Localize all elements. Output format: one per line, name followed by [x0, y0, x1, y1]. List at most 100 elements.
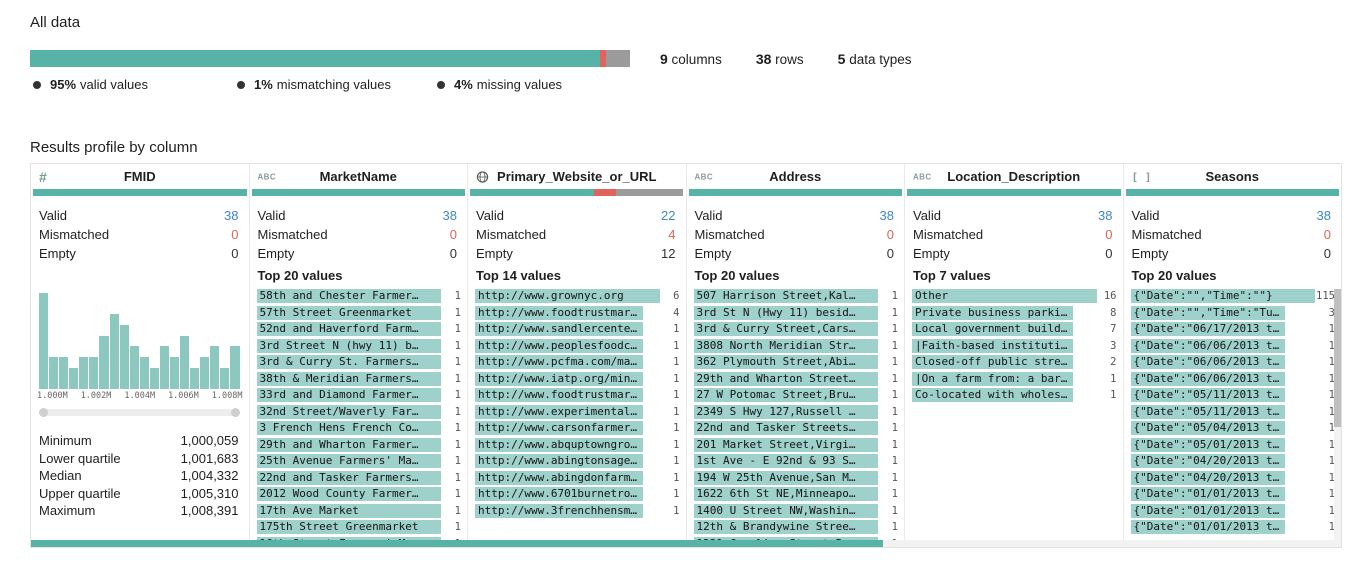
value-row[interactable]: 3rd & Curry St. Farmers… 1 — [256, 354, 468, 371]
value-row[interactable]: http://www.abquptowngro… 1 — [475, 437, 686, 454]
value-row[interactable]: http://www.iatp.org/min… 1 — [475, 371, 686, 388]
value-row[interactable]: 29th and Wharton Farmer… 1 — [256, 437, 468, 454]
value-row[interactable]: 58th and Chester Farmer… 1 — [256, 288, 468, 305]
value-row[interactable]: 33rd and Diamond Farmer… 1 — [256, 387, 468, 404]
value-row[interactable]: 38th & Meridian Farmers… 1 — [256, 371, 468, 388]
value-row[interactable]: {"Date":"06/06/2013 t… 1 — [1130, 354, 1342, 371]
missing-segment[interactable] — [616, 189, 684, 196]
value-row[interactable]: 3808 North Meridian Str… 1 — [693, 338, 905, 355]
column-header-fmid[interactable]: # FMID — [31, 164, 249, 189]
value-row[interactable]: http://www.experimental… 1 — [475, 404, 686, 421]
histogram-bar[interactable] — [119, 325, 129, 389]
value-row[interactable]: http://www.3frenchhensm… 1 — [475, 503, 686, 520]
value-row[interactable]: 29th and Wharton Street… 1 — [693, 371, 905, 388]
value-row[interactable]: Local government build… 7 — [912, 321, 1123, 338]
value-row[interactable]: {"Date":"01/01/2013 t… 1 — [1130, 519, 1342, 536]
histogram-bar[interactable] — [180, 335, 190, 389]
range-slider-handle-max[interactable] — [230, 408, 240, 417]
value-row[interactable]: {"Date":"04/20/2013 t… 1 — [1130, 453, 1342, 470]
histogram-bar[interactable] — [99, 335, 109, 389]
vertical-scrollbar[interactable] — [1334, 289, 1341, 540]
valid-segment[interactable] — [1125, 189, 1339, 196]
value-row[interactable]: 201 Market Street,Virgi… 1 — [693, 437, 905, 454]
value-row[interactable]: 175th Street Greenmarket 1 — [256, 519, 468, 536]
value-row[interactable]: http://www.pcfma.com/ma… 1 — [475, 354, 686, 371]
value-row[interactable]: 3rd St N (Hwy 11) besid… 1 — [693, 305, 905, 322]
missing-segment[interactable] — [606, 50, 630, 67]
column-quality-bar[interactable] — [470, 189, 684, 196]
value-row[interactable]: {"Date":"05/11/2013 t… 1 — [1130, 404, 1342, 421]
histogram-bar[interactable] — [149, 367, 159, 389]
mismatched-segment[interactable] — [593, 189, 617, 196]
column-quality-bar[interactable] — [688, 189, 902, 196]
value-row[interactable]: http://www.foodtrustmar… 4 — [475, 305, 686, 322]
value-row[interactable]: 362 Plymouth Street,Abi… 1 — [693, 354, 905, 371]
value-row[interactable]: 3 French Hens French Co… 1 — [256, 420, 468, 437]
column-header-seasons[interactable]: [ ] Seasons — [1124, 164, 1342, 189]
histogram-bar[interactable] — [89, 357, 99, 389]
value-row[interactable]: Other 16 — [912, 288, 1123, 305]
column-header-primary_website_or_url[interactable]: Primary_Website_or_URL — [468, 164, 686, 189]
range-slider-handle-min[interactable] — [39, 408, 48, 417]
valid-segment[interactable] — [251, 189, 465, 196]
histogram-bar[interactable] — [129, 346, 139, 389]
value-row[interactable]: 1622 6th St NE,Minneapo… 1 — [693, 486, 905, 503]
value-row[interactable]: 22nd and Tasker Streets… 1 — [693, 420, 905, 437]
value-row[interactable]: 3rd Street N (hwy 11) b… 1 — [256, 338, 468, 355]
value-row[interactable]: 22nd and Tasker Farmers… 1 — [256, 470, 468, 487]
column-header-address[interactable]: ABC Address — [687, 164, 905, 189]
histogram-bar[interactable] — [79, 357, 89, 389]
histogram-bar[interactable] — [230, 346, 240, 389]
histogram-bar[interactable] — [210, 346, 220, 389]
valid-segment[interactable] — [688, 189, 902, 196]
value-row[interactable]: |On a farm from: a bar… 1 — [912, 371, 1123, 388]
range-slider[interactable] — [39, 408, 240, 417]
column-header-marketname[interactable]: ABC MarketName — [250, 164, 468, 189]
value-row[interactable]: http://www.carsonfarmer… 1 — [475, 420, 686, 437]
value-row[interactable]: http://www.abingdonfarm… 1 — [475, 470, 686, 487]
value-row[interactable]: {"Date":"06/06/2013 t… 1 — [1130, 338, 1342, 355]
value-row[interactable]: |Faith-based instituti… 3 — [912, 338, 1123, 355]
column-header-location_description[interactable]: ABC Location_Description — [905, 164, 1123, 189]
value-row[interactable]: 27 W Potomac Street,Bru… 1 — [693, 387, 905, 404]
histogram-bar[interactable] — [49, 357, 59, 389]
value-row[interactable]: http://www.grownyc.org 6 — [475, 288, 686, 305]
value-row[interactable]: Co-located with wholes… 1 — [912, 387, 1123, 404]
value-row[interactable]: 2349 S Hwy 127,Russell … 1 — [693, 404, 905, 421]
value-row[interactable]: 57th Street Greenmarket 1 — [256, 305, 468, 322]
vertical-scrollbar-thumb[interactable] — [1334, 289, 1341, 428]
histogram-bar[interactable] — [220, 367, 230, 389]
value-row[interactable]: http://www.peoplesfoodc… 1 — [475, 338, 686, 355]
value-row[interactable]: http://www.6701burnetro… 1 — [475, 486, 686, 503]
value-row[interactable]: Closed-off public stre… 2 — [912, 354, 1123, 371]
column-quality-bar[interactable] — [907, 189, 1121, 196]
histogram-bar[interactable] — [190, 367, 200, 389]
value-row[interactable]: 3rd & Curry Street,Cars… 1 — [693, 321, 905, 338]
value-row[interactable]: {"Date":"01/01/2013 t… 1 — [1130, 503, 1342, 520]
value-row[interactable]: 507 Harrison Street,Kal… 1 — [693, 288, 905, 305]
value-row[interactable]: {"Date":"05/11/2013 t… 1 — [1130, 387, 1342, 404]
valid-segment[interactable] — [30, 50, 600, 67]
value-row[interactable]: {"Date":"05/01/2013 t… 1 — [1130, 437, 1342, 454]
value-row[interactable]: 1st Ave - E 92nd & 93 S… 1 — [693, 453, 905, 470]
value-row[interactable]: http://www.abingtonsage… 1 — [475, 453, 686, 470]
value-row[interactable]: {"Date":"06/06/2013 t… 1 — [1130, 371, 1342, 388]
value-row[interactable]: {"Date":"01/01/2013 t… 1 — [1130, 486, 1342, 503]
histogram-bar[interactable] — [200, 357, 210, 389]
value-row[interactable]: 25th Avenue Farmers' Ma… 1 — [256, 453, 468, 470]
overall-quality-bar[interactable] — [30, 50, 630, 67]
histogram-bar[interactable] — [170, 357, 180, 389]
histogram-bar[interactable] — [139, 357, 149, 389]
value-row[interactable]: 194 W 25th Avenue,San M… 1 — [693, 470, 905, 487]
histogram-bar[interactable] — [59, 357, 69, 389]
column-quality-bar[interactable] — [251, 189, 465, 196]
valid-segment[interactable] — [907, 189, 1121, 196]
value-row[interactable]: 12th & Brandywine Stree… 1 — [693, 519, 905, 536]
value-row[interactable]: {"Date":"","Time":""} 115 — [1130, 288, 1342, 305]
value-row[interactable]: {"Date":"","Time":"Tu… 3 — [1130, 305, 1342, 322]
histogram-bar[interactable] — [159, 346, 170, 389]
histogram-bar[interactable] — [109, 314, 119, 389]
column-quality-bar[interactable] — [33, 189, 247, 196]
histogram-bar[interactable] — [39, 293, 49, 389]
value-row[interactable]: 32nd Street/Waverly Far… 1 — [256, 404, 468, 421]
